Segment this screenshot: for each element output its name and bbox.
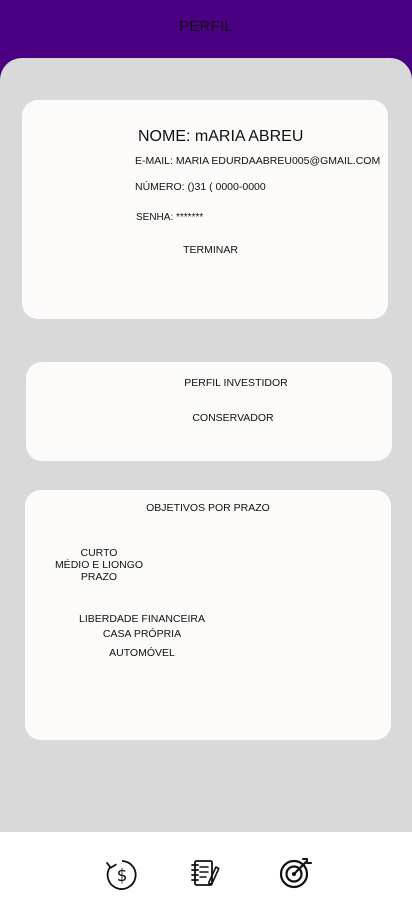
investor-profile-value: CONSERVADOR [192,412,274,424]
user-phone: NÚMERO: ()31 ( 0000-0000 [135,181,266,193]
page-title: PERFIL [179,18,233,35]
goal-list: LIBERDADE FINANCEIRA CASA PRÓPRIA AUTOMÓ… [72,612,212,661]
target-icon[interactable] [276,855,312,891]
goal-item: AUTOMÓVEL [109,647,175,659]
money-history-icon[interactable]: $ [104,857,140,893]
user-password: SENHA: ******* [136,212,204,223]
user-email: E-MAIL: MARIA EDURDAABREU005@GMAIL.COM [135,155,381,167]
report-icon[interactable] [187,855,223,891]
user-name: NOME: mARIA ABREU [138,128,304,145]
svg-text:$: $ [117,866,128,886]
goals-title: OBJETIVOS POR PRAZO [146,502,270,514]
goal-term: PRAZO [80,571,118,583]
goal-item: LIBERDADE FINANCEIRA [78,613,206,625]
goal-item: CASA PRÓPRIA [102,628,182,640]
goal-term: CURTO [80,547,118,559]
investor-profile-title: PERFIL INVESTIDOR [184,377,288,389]
goal-terms: CURTO MÉDIO E LIONGO PRAZO [54,547,144,583]
finish-button[interactable]: TERMINAR [0,244,412,256]
goal-term: MÉDIO E LIONGO [54,559,144,571]
